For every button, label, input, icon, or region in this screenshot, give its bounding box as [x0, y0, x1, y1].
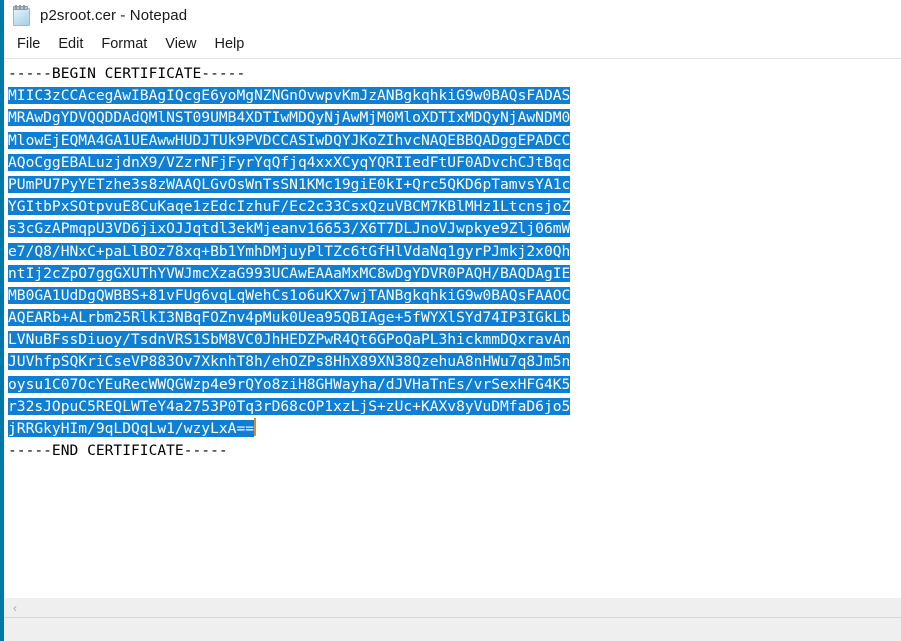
text-line[interactable]: oysu1C07OcYEuRecWWQGWzp4e9rQYo8ziH8GHWay…	[8, 374, 901, 396]
text-editor-area[interactable]: -----BEGIN CERTIFICATE----- MIIC3zCCAcegA…	[0, 59, 901, 598]
text-line[interactable]: PUmPU7PyYETzhe3s8zWAAQLGvOsWnTsSN1KMc19g…	[8, 174, 901, 196]
text-line[interactable]: AQEARb+ALrbm25RlkI3NBqFOZnv4pMuk0Uea95QB…	[8, 307, 901, 329]
selected-text-run[interactable]: s3cGzAPmqpU3VD6jixOJJqtdl3ekMjeanv16653/…	[8, 220, 571, 238]
text-line[interactable]: -----END CERTIFICATE-----	[8, 440, 901, 462]
selected-text-run[interactable]: AQoCggEBALuzjdnX9/VZzrNFjFyrYqQfjq4xxXCy…	[8, 153, 571, 171]
text-line[interactable]: MIIC3zCCAcegAwIBAgIQcgE6yoMgNZNGnOvwpvKm…	[8, 85, 901, 107]
horizontal-scrollbar[interactable]: ‹ ›	[0, 598, 901, 617]
menu-item-file[interactable]: File	[8, 34, 49, 54]
text-line[interactable]: YGItbPxSOtpvuE8CuKaqe1zEdcIzhuF/Ec2c33Cs…	[8, 196, 901, 218]
menu-item-help[interactable]: Help	[205, 34, 253, 54]
selected-text-run[interactable]: JUVhfpSQKriCseVP883Ov7XknhT8h/ehOZPs8HhX…	[8, 353, 571, 371]
text-line[interactable]: MB0GA1UdDgQWBBS+81vFUg6vqLqWehCs1o6uKX7w…	[8, 285, 901, 307]
text-line[interactable]: LVNuBFssDiuoy/TsdnVRS1SbM8VC0JhHEDZPwR4Q…	[8, 329, 901, 351]
selected-text-run[interactable]: YGItbPxSOtpvuE8CuKaqe1zEdcIzhuF/Ec2c33Cs…	[8, 198, 571, 216]
window-left-border	[0, 0, 4, 641]
title-bar[interactable]: p2sroot.cer - Notepad	[0, 0, 901, 30]
text-line[interactable]: MRAwDgYDVQQDDAdQMlNST09UMB4XDTIwMDQyNjAw…	[8, 107, 901, 129]
selected-text-run[interactable]: LVNuBFssDiuoy/TsdnVRS1SbM8VC0JhHEDZPwR4Q…	[8, 331, 571, 349]
selected-text-run[interactable]: MIIC3zCCAcegAwIBAgIQcgE6yoMgNZNGnOvwpvKm…	[8, 87, 571, 105]
text-line[interactable]: r32sJOpuC5REQLWTeY4a2753P0Tq3rD68cOP1xzL…	[8, 396, 901, 418]
menu-bar: File Edit Format View Help	[0, 30, 901, 59]
text-line[interactable]: jRRGkyHIm/9qLDQqLw1/wzyLxA==	[8, 418, 901, 440]
selected-text-run[interactable]: e7/Q8/HNxC+paLlBOz78xq+Bb1YmhDMjuyPlTZc6…	[8, 242, 571, 260]
text-line[interactable]: ntIj2cZpO7ggGXUThYVWJmcXzaG993UCAwEAAaMx…	[8, 263, 901, 285]
text-line[interactable]: JUVhfpSQKriCseVP883Ov7XknhT8h/ehOZPs8HhX…	[8, 351, 901, 373]
selected-text-run[interactable]: MB0GA1UdDgQWBBS+81vFUg6vqLqWehCs1o6uKX7w…	[8, 286, 571, 304]
menu-item-format[interactable]: Format	[92, 34, 156, 54]
window-title: p2sroot.cer - Notepad	[40, 6, 188, 24]
selected-text-run[interactable]: MlowEjEQMA4GA1UEAwwHUDJTUk9PVDCCASIwDQYJ…	[8, 131, 571, 149]
selected-text-run[interactable]: MRAwDgYDVQQDDAdQMlNST09UMB4XDTIwMDQyNjAw…	[8, 109, 571, 127]
selected-text-run[interactable]: PUmPU7PyYETzhe3s8zWAAQLGvOsWnTsSN1KMc19g…	[8, 175, 571, 193]
text-line[interactable]: -----BEGIN CERTIFICATE-----	[8, 63, 901, 85]
text-line[interactable]: AQoCggEBALuzjdnX9/VZzrNFjFyrYqQfjq4xxXCy…	[8, 152, 901, 174]
text-line[interactable]: s3cGzAPmqpU3VD6jixOJJqtdl3ekMjeanv16653/…	[8, 218, 901, 240]
notepad-window: p2sroot.cer - Notepad File Edit Format V…	[0, 0, 901, 641]
status-bar	[0, 617, 901, 641]
text-line[interactable]: e7/Q8/HNxC+paLlBOz78xq+Bb1YmhDMjuyPlTZc6…	[8, 241, 901, 263]
scroll-left-arrow-icon[interactable]: ‹	[6, 599, 24, 617]
selected-text-run[interactable]: oysu1C07OcYEuRecWWQGWzp4e9rQYo8ziH8GHWay…	[8, 375, 571, 393]
menu-item-view[interactable]: View	[156, 34, 205, 54]
certificate-text[interactable]: -----BEGIN CERTIFICATE----- MIIC3zCCAcegA…	[8, 63, 901, 462]
selected-text-run[interactable]: AQEARb+ALrbm25RlkI3NBqFOZnv4pMuk0Uea95QB…	[8, 309, 571, 327]
selected-text-run[interactable]: jRRGkyHIm/9qLDQqLw1/wzyLxA==	[8, 420, 255, 437]
text-line[interactable]: MlowEjEQMA4GA1UEAwwHUDJTUk9PVDCCASIwDQYJ…	[8, 130, 901, 152]
selected-text-run[interactable]: ntIj2cZpO7ggGXUThYVWJmcXzaG993UCAwEAAaMx…	[8, 264, 571, 282]
notepad-icon	[12, 5, 30, 26]
selected-text-run[interactable]: r32sJOpuC5REQLWTeY4a2753P0Tq3rD68cOP1xzL…	[8, 397, 571, 415]
menu-item-edit[interactable]: Edit	[49, 34, 92, 54]
text-caret	[254, 418, 257, 436]
